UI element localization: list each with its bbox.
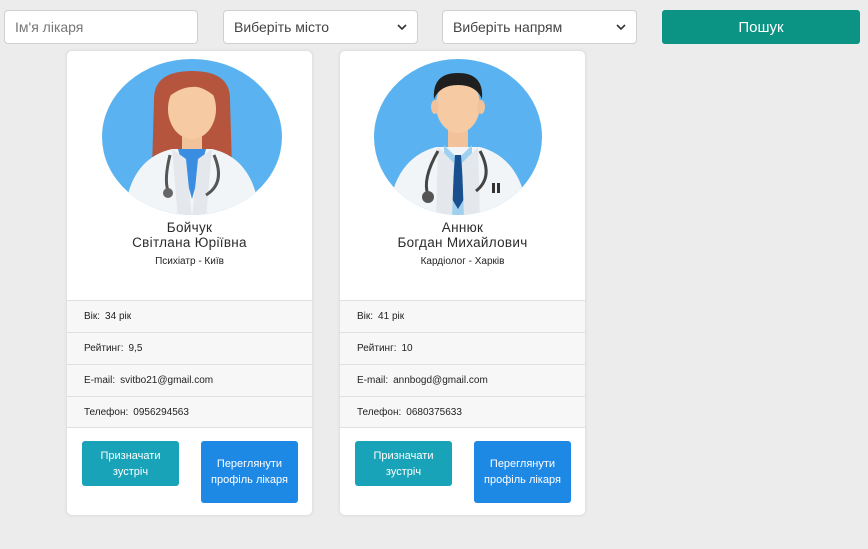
doctor-surname: Аннюк xyxy=(441,220,484,235)
doctor-info-list: Вік: 41 рік Рейтинг: 10 E-mail: annbogd@… xyxy=(340,300,585,428)
age-row: Вік: 34 рік xyxy=(67,300,312,332)
city-select-label: Виберіть місто xyxy=(234,19,330,35)
age-value: 41 рік xyxy=(378,311,405,322)
age-label: Вік: xyxy=(84,311,101,322)
age-value: 34 рік xyxy=(105,311,132,322)
phone-value: 0956294563 xyxy=(133,406,189,418)
doctor-name: Бойчук Світлана Юріївна xyxy=(67,220,312,250)
phone-label: Телефон: xyxy=(84,406,129,418)
view-profile-button[interactable]: Переглянути профіль лікаря xyxy=(474,441,571,503)
direction-select[interactable]: Виберіть напрям xyxy=(442,10,637,44)
doctor-surname: Бойчук xyxy=(166,220,213,235)
city-select[interactable]: Виберіть місто xyxy=(223,10,418,44)
make-appointment-button[interactable]: Призначати зустріч xyxy=(82,441,179,486)
email-value: svitbo21@gmail.com xyxy=(120,375,214,386)
chevron-down-icon xyxy=(616,24,626,31)
email-row: E-mail: annbogd@gmail.com xyxy=(340,364,585,396)
doctor-specialty-city: Кардіолог - Харків xyxy=(420,256,505,267)
rating-row: Рейтинг: 10 xyxy=(340,332,585,364)
make-appointment-button[interactable]: Призначати зустріч xyxy=(355,441,452,486)
doctor-avatar xyxy=(340,59,585,219)
doctor-card: Бойчук Світлана Юріївна Психіатр - Київ … xyxy=(66,50,313,516)
rating-label: Рейтинг: xyxy=(84,343,124,354)
email-label: E-mail: xyxy=(84,375,116,386)
view-profile-button[interactable]: Переглянути профіль лікаря xyxy=(201,441,298,503)
chevron-down-icon xyxy=(397,24,407,31)
male-doctor-icon xyxy=(374,59,542,215)
phone-row: Телефон: 0956294563 xyxy=(67,396,312,428)
email-label: E-mail: xyxy=(357,375,389,386)
direction-select-label: Виберіть напрям xyxy=(453,19,563,35)
doctor-card: Аннюк Богдан Михайлович Кардіолог - Харк… xyxy=(339,50,586,516)
search-button[interactable]: Пошук xyxy=(662,10,860,44)
age-row: Вік: 41 рік xyxy=(340,300,585,332)
doctor-info-list: Вік: 34 рік Рейтинг: 9,5 E-mail: svitbo2… xyxy=(67,300,312,428)
doctor-name-input[interactable]: Ім'я лікаря xyxy=(4,10,198,44)
doctor-name-placeholder: Ім'я лікаря xyxy=(15,19,84,35)
doctor-avatar xyxy=(67,59,312,219)
rating-value: 10 xyxy=(401,343,413,354)
doctor-name: Аннюк Богдан Михайлович xyxy=(340,220,585,250)
phone-value: 0680375633 xyxy=(406,406,462,418)
phone-label: Телефон: xyxy=(357,406,402,418)
rating-label: Рейтинг: xyxy=(357,343,397,354)
phone-row: Телефон: 0680375633 xyxy=(340,396,585,428)
doctor-specialty-city: Психіатр - Київ xyxy=(155,256,224,267)
age-label: Вік: xyxy=(357,311,374,322)
search-bar: Ім'я лікаря Виберіть місто Виберіть напр… xyxy=(4,10,860,44)
email-row: E-mail: svitbo21@gmail.com xyxy=(67,364,312,396)
rating-value: 9,5 xyxy=(128,343,143,354)
doctor-given-names: Богдан Михайлович xyxy=(397,235,528,250)
email-value: annbogd@gmail.com xyxy=(393,375,488,386)
rating-row: Рейтинг: 9,5 xyxy=(67,332,312,364)
female-doctor-icon xyxy=(102,59,282,215)
doctor-given-names: Світлана Юріївна xyxy=(132,235,247,250)
